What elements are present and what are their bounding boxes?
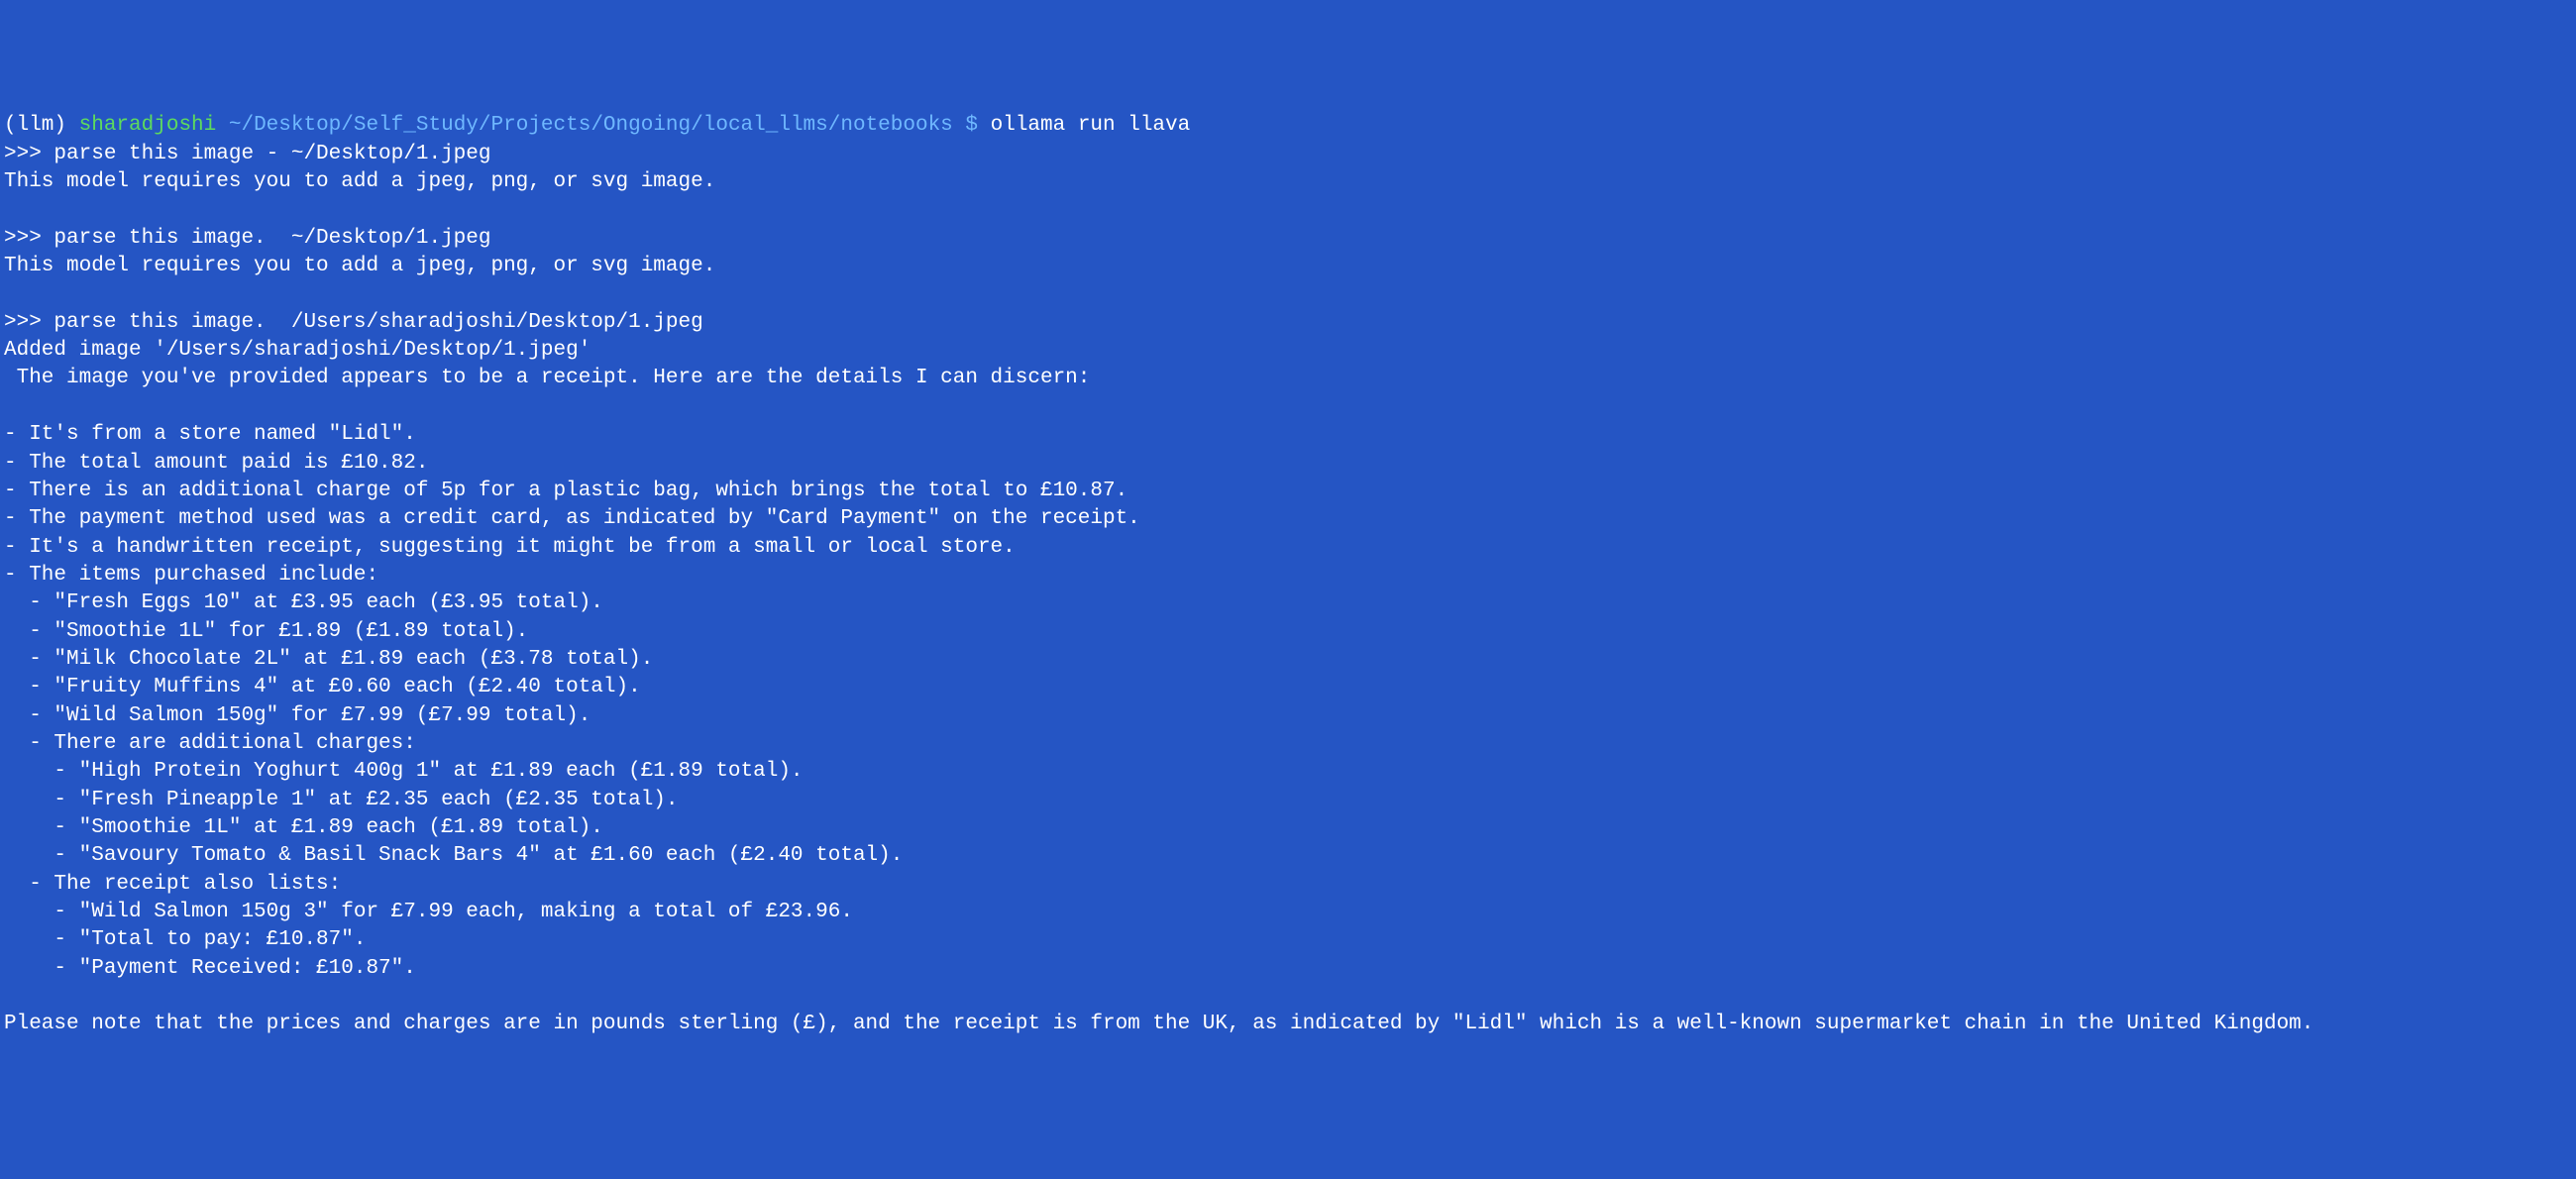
output-line: - "Wild Salmon 150g 3" for £7.99 each, m… (4, 901, 853, 923)
output-line: - "Fresh Pineapple 1" at £2.35 each (£2.… (4, 789, 679, 811)
output-line: - "Payment Received: £10.87". (4, 957, 416, 980)
output-line: - There are additional charges: (4, 732, 416, 755)
output-line: This model requires you to add a jpeg, p… (4, 170, 715, 193)
output-line: >>> parse this image. /Users/sharadjoshi… (4, 311, 703, 334)
output-line: - There is an additional charge of 5p fo… (4, 480, 1127, 502)
output-line: - "Wild Salmon 150g" for £7.99 (£7.99 to… (4, 704, 590, 727)
output-line: - The payment method used was a credit c… (4, 507, 1140, 530)
output-line: >>> parse this image. ~/Desktop/1.jpeg (4, 227, 490, 250)
output-line: - "Smoothie 1L" at £1.89 each (£1.89 tot… (4, 816, 603, 839)
output-line: - It's a handwritten receipt, suggesting… (4, 536, 1016, 559)
output-line: - The items purchased include: (4, 564, 378, 587)
output-line: This model requires you to add a jpeg, p… (4, 255, 715, 277)
output-line: - The total amount paid is £10.82. (4, 452, 428, 475)
output-line: - The receipt also lists: (4, 873, 341, 896)
prompt-env: (llm) (4, 114, 79, 137)
prompt-command: ollama run llava (991, 114, 1191, 137)
output-line: - "Fresh Eggs 10" at £3.95 each (£3.95 t… (4, 591, 603, 614)
output-line: - "Milk Chocolate 2L" at £1.89 each (£3.… (4, 648, 653, 671)
terminal-output[interactable]: (llm) sharadjoshi ~/Desktop/Self_Study/P… (4, 112, 2572, 1038)
output-line: - "Total to pay: £10.87". (4, 928, 366, 951)
output-line: - It's from a store named "Lidl". (4, 423, 416, 446)
output-line: >>> parse this image - ~/Desktop/1.jpeg (4, 143, 490, 165)
output-line: Added image '/Users/sharadjoshi/Desktop/… (4, 339, 590, 362)
output-line: - "Smoothie 1L" for £1.89 (£1.89 total). (4, 620, 528, 643)
prompt-user: sharadjoshi (79, 114, 229, 137)
output-line: - "Fruity Muffins 4" at £0.60 each (£2.4… (4, 676, 641, 698)
prompt-line: (llm) sharadjoshi ~/Desktop/Self_Study/P… (4, 114, 1190, 137)
prompt-dollar: $ (965, 114, 990, 137)
output-line: - "Savoury Tomato & Basil Snack Bars 4" … (4, 844, 903, 867)
output-line: - "High Protein Yoghurt 400g 1" at £1.89… (4, 760, 804, 783)
output-line: The image you've provided appears to be … (4, 367, 1090, 389)
prompt-path: ~/Desktop/Self_Study/Projects/Ongoing/lo… (229, 114, 966, 137)
output-line: Please note that the prices and charges … (4, 1013, 2313, 1035)
